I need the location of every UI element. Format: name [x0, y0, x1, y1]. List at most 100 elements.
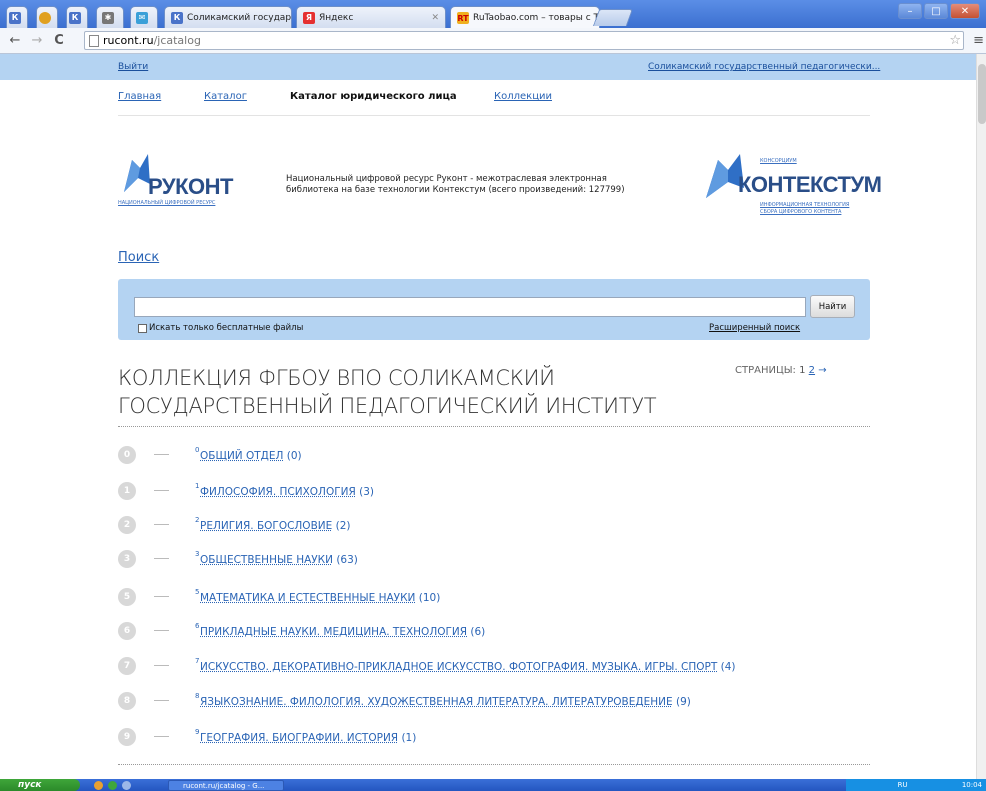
category-link[interactable]: МАТЕМАТИКА И ЕСТЕСТВЕННЫЕ НАУКИ: [200, 592, 415, 604]
search-input[interactable]: [134, 297, 806, 317]
category-code: 2: [195, 516, 200, 524]
search-panel: Найти Искать только бесплатные файлы Рас…: [118, 279, 870, 340]
logout-link[interactable]: Выйти: [118, 62, 148, 72]
tab-title: Соликамский государствен: [187, 12, 292, 23]
browser-tab[interactable]: К Соликамский государствен ✕: [164, 6, 292, 28]
dash: [154, 524, 169, 525]
search-button[interactable]: Найти: [810, 295, 855, 318]
dash: [154, 630, 169, 631]
page-2-link[interactable]: 2: [809, 365, 815, 376]
free-only-checkbox[interactable]: [138, 324, 147, 333]
dash: [154, 596, 169, 597]
category-link[interactable]: ОБЩИЙ ОТДЕЛ: [200, 450, 283, 462]
category-link[interactable]: ГЕОГРАФИЯ. БИОГРАФИИ. ИСТОРИЯ: [200, 732, 398, 744]
category-link[interactable]: ИСКУССТВО. ДЕКОРАТИВНО-ПРИКЛАДНОЕ ИСКУСС…: [200, 661, 717, 673]
nav-legal-catalog[interactable]: Каталог юридического лица: [290, 91, 457, 102]
nav-catalog[interactable]: Каталог: [204, 91, 247, 102]
next-page-icon[interactable]: →: [818, 365, 826, 376]
rukont-tagline: НАЦИОНАЛЬНЫЙ ЦИФРОВОЙ РЕСУРС: [118, 200, 216, 206]
bookmark-star-icon[interactable]: ☆: [949, 33, 961, 48]
list-item: 7 7 ИСКУССТВО. ДЕКОРАТИВНО-ПРИКЛАДНОЕ ИС…: [118, 657, 870, 675]
list-item: 3 3 ОБЩЕСТВЕННЫЕ НАУКИ (63): [118, 550, 870, 568]
list-item: 6 6 ПРИКЛАДНЫЕ НАУКИ. МЕДИЦИНА. ТЕХНОЛОГ…: [118, 622, 870, 640]
browser-tab[interactable]: К: [6, 6, 28, 28]
category-link[interactable]: ЯЗЫКОЗНАНИЕ. ФИЛОЛОГИЯ. ХУДОЖЕСТВЕННАЯ Л…: [200, 696, 673, 708]
advanced-search-link[interactable]: Расширенный поиск: [709, 323, 800, 333]
category-number-badge: 6: [118, 622, 136, 640]
rukont-logo[interactable]: РУКОНТ НАЦИОНАЛЬНЫЙ ЦИФРОВОЙ РЕСУРС: [118, 154, 258, 206]
category-count: (6): [470, 626, 486, 638]
maximize-icon[interactable]: □: [924, 3, 948, 19]
nav-home[interactable]: Главная: [118, 91, 161, 102]
browser-tab-active[interactable]: RT RuTaobao.com – товары с Т. ✕: [450, 6, 600, 29]
category-code: 7: [195, 657, 200, 665]
dash: [154, 454, 169, 455]
list-item: 5 5 МАТЕМАТИКА И ЕСТЕСТВЕННЫЕ НАУКИ (10): [118, 588, 870, 606]
tab-title: RuTaobao.com – товары с Т.: [473, 13, 600, 23]
category-number-badge: 7: [118, 657, 136, 675]
category-link[interactable]: ПРИКЛАДНЫЕ НАУКИ. МЕДИЦИНА. ТЕХНОЛОГИЯ: [200, 626, 467, 638]
organization-link[interactable]: Соликамский государственный педагогическ…: [648, 62, 880, 72]
category-link[interactable]: ОБЩЕСТВЕННЫЕ НАУКИ: [200, 554, 333, 566]
kontextum-logo[interactable]: КОНСОРЦИУМ КОНТЕКСТУМ ИНФОРМАЦИОННАЯ ТЕХ…: [704, 154, 882, 234]
yandex-icon: Я: [303, 11, 315, 24]
os-taskbar: пуск rucont.ru/jcatalog - G... RU 10:04: [0, 779, 986, 791]
main-nav: Главная Каталог Каталог юридического лиц…: [0, 80, 986, 116]
category-number-badge: 9: [118, 728, 136, 746]
category-number-badge: 3: [118, 550, 136, 568]
browser-tab[interactable]: ✉: [130, 6, 158, 28]
browser-tab[interactable]: К: [66, 6, 88, 28]
back-icon[interactable]: ←: [6, 33, 24, 48]
divider: [118, 426, 870, 427]
chrome-icon: [39, 11, 51, 24]
browser-tab[interactable]: [36, 6, 58, 28]
close-icon[interactable]: ✕: [427, 13, 439, 23]
k-icon: К: [9, 11, 21, 24]
kontextum-tagline-2: СБОРА ЦИФРОВОГО КОНТЕНТА: [760, 209, 842, 215]
scrollbar-thumb[interactable]: [978, 64, 986, 124]
category-code: 3: [195, 550, 200, 558]
category-code: 1: [195, 482, 200, 490]
category-number-badge: 8: [118, 692, 136, 710]
rukont-wordmark: РУКОНТ: [148, 174, 233, 199]
url-input[interactable]: rucont.ru/jcatalog ☆: [84, 31, 964, 50]
start-button[interactable]: пуск: [0, 779, 80, 791]
quicklaunch-icon[interactable]: [122, 781, 131, 790]
language-indicator[interactable]: RU: [898, 781, 908, 789]
category-code: 0: [195, 446, 200, 454]
new-tab-button[interactable]: [592, 9, 634, 26]
category-link[interactable]: ФИЛОСОФИЯ. ПСИХОЛОГИЯ: [200, 486, 356, 498]
url-path: /jcatalog: [153, 34, 201, 47]
taskbar-window-button[interactable]: rucont.ru/jcatalog - G...: [168, 780, 284, 791]
kontextum-wordmark: КОНТЕКСТУМ: [738, 172, 882, 197]
minimize-icon[interactable]: –: [898, 3, 922, 19]
category-count: (1): [401, 732, 417, 744]
list-item: 1 1 ФИЛОСОФИЯ. ПСИХОЛОГИЯ (3): [118, 482, 870, 500]
pagination: СТРАНИЦЫ: 1 2 →: [735, 365, 827, 376]
kontextum-consortium: КОНСОРЦИУМ: [760, 158, 797, 164]
forward-icon[interactable]: →: [28, 33, 46, 48]
nav-collections[interactable]: Коллекции: [494, 91, 552, 102]
browser-tab[interactable]: ✱: [96, 6, 124, 28]
menu-icon[interactable]: ≡: [973, 33, 984, 48]
reload-icon[interactable]: C: [50, 33, 68, 48]
category-link[interactable]: РЕЛИГИЯ. БОГОСЛОВИЕ: [200, 520, 332, 532]
k-icon: К: [69, 11, 81, 24]
category-count: (3): [359, 486, 374, 498]
quicklaunch-icon[interactable]: [108, 781, 117, 790]
divider: [118, 764, 870, 765]
category-count: (63): [336, 554, 358, 566]
k-icon: К: [171, 11, 183, 24]
window-controls: – □ ✕: [898, 3, 980, 19]
address-bar: ← → C rucont.ru/jcatalog ☆ ≡: [0, 28, 986, 54]
browser-tab[interactable]: Я Яндекс ✕: [296, 6, 446, 28]
list-item: 0 0 ОБЩИЙ ОТДЕЛ (0): [118, 446, 870, 464]
category-code: 9: [195, 728, 200, 736]
site-description: Национальный цифровой ресурс Руконт - ме…: [286, 174, 625, 195]
free-only-label[interactable]: Искать только бесплатные файлы: [149, 323, 303, 333]
quicklaunch-icon[interactable]: [94, 781, 103, 790]
vertical-scrollbar[interactable]: [976, 54, 986, 779]
close-window-icon[interactable]: ✕: [950, 3, 980, 19]
search-heading[interactable]: Поиск: [118, 250, 159, 265]
category-number-badge: 5: [118, 588, 136, 606]
